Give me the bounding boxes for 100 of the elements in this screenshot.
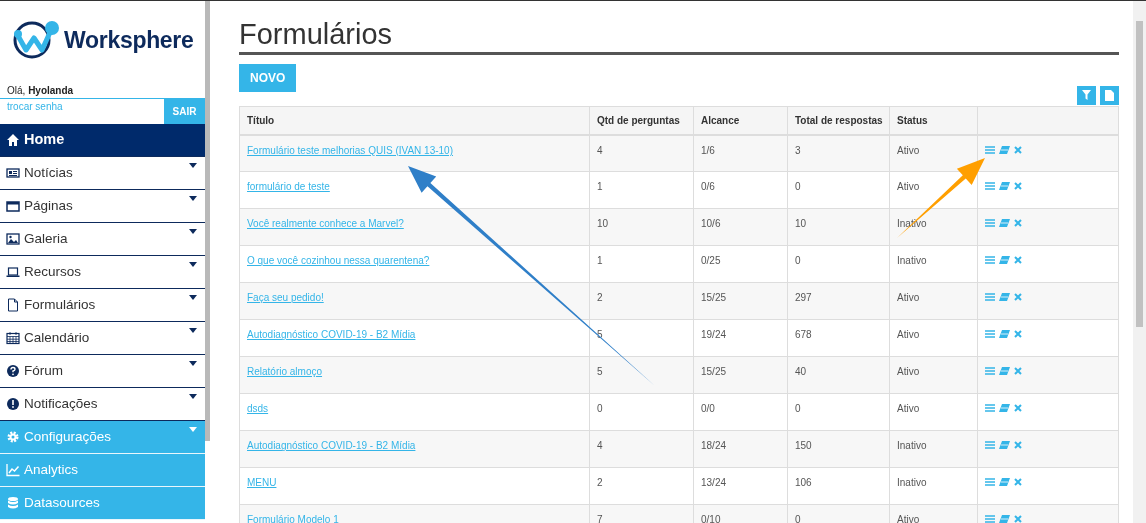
form-title-link[interactable]: O que você cozinhou nessa quarentena? bbox=[247, 255, 430, 267]
delete-icon[interactable] bbox=[1014, 515, 1022, 523]
help-icon bbox=[6, 364, 20, 378]
filter-button[interactable] bbox=[1077, 85, 1096, 105]
form-title-link[interactable]: Faça seu pedido! bbox=[247, 292, 324, 304]
table-cell: 2 bbox=[589, 282, 694, 320]
eraser-icon[interactable] bbox=[999, 256, 1010, 265]
table-cell: 297 bbox=[787, 282, 890, 320]
delete-icon[interactable] bbox=[1014, 367, 1022, 376]
form-title-link[interactable]: Autodiagnóstico COVID-19 - B2 Mídia bbox=[247, 329, 416, 341]
list-icon[interactable] bbox=[985, 367, 995, 376]
table-cell: 19/24 bbox=[693, 319, 788, 357]
form-title-link[interactable]: Formulário teste melhorias QUIS (IVAN 13-10) bbox=[247, 144, 453, 156]
logo-icon bbox=[12, 20, 60, 60]
eraser-icon[interactable] bbox=[999, 145, 1010, 154]
sidebar-item[interactable]: Fórum bbox=[0, 355, 205, 388]
column-header: Status bbox=[889, 106, 978, 135]
table-cell: 1 bbox=[589, 171, 694, 209]
eraser-icon[interactable] bbox=[999, 478, 1010, 487]
brand-name: Worksphere bbox=[64, 25, 194, 55]
line-chart-icon bbox=[6, 463, 20, 477]
delete-icon[interactable] bbox=[1014, 182, 1022, 191]
delete-icon[interactable] bbox=[1014, 219, 1022, 228]
sidebar-item[interactable]: Notícias bbox=[0, 157, 205, 190]
sidebar-item[interactable]: Calendário bbox=[0, 322, 205, 355]
alert-icon bbox=[6, 397, 20, 411]
eraser-icon[interactable] bbox=[999, 293, 1010, 302]
delete-icon[interactable] bbox=[1014, 293, 1022, 302]
export-button[interactable] bbox=[1100, 85, 1119, 105]
table-cell: 0 bbox=[787, 245, 890, 283]
list-icon[interactable] bbox=[985, 256, 995, 265]
table-cell: 4 bbox=[589, 430, 694, 468]
laptop-icon bbox=[6, 265, 20, 279]
list-icon[interactable] bbox=[985, 441, 995, 450]
table-cell: 0/6 bbox=[693, 171, 788, 209]
delete-icon[interactable] bbox=[1014, 330, 1022, 339]
table-cell: 678 bbox=[787, 319, 890, 357]
change-password-link[interactable]: trocar senha bbox=[0, 99, 164, 124]
table-cell: 2 bbox=[589, 467, 694, 505]
form-title-link[interactable]: Você realmente conhece a Marvel? bbox=[247, 218, 404, 230]
table-cell: 0 bbox=[787, 393, 890, 431]
delete-icon[interactable] bbox=[1014, 404, 1022, 413]
table-cell: 4 bbox=[589, 134, 694, 172]
calendar-icon bbox=[6, 331, 20, 345]
table-cell: 1/6 bbox=[693, 134, 788, 172]
greeting-text: Olá, Hyolanda bbox=[6, 84, 75, 98]
column-header: Qtd de perguntas bbox=[589, 106, 694, 135]
table-cell: 0 bbox=[589, 393, 694, 431]
table-cell: 18/24 bbox=[693, 430, 788, 468]
table-cell: Ativo bbox=[889, 393, 978, 431]
form-title-link[interactable]: formulário de teste bbox=[247, 181, 330, 193]
table-cell: Inativo bbox=[889, 245, 978, 283]
gear-icon bbox=[6, 430, 20, 444]
table-cell: 10/6 bbox=[693, 208, 788, 246]
sidebar-item[interactable]: Galeria bbox=[0, 223, 205, 256]
list-icon[interactable] bbox=[985, 515, 995, 523]
list-icon[interactable] bbox=[985, 330, 995, 339]
form-title-link[interactable]: Formulário Modelo 1 bbox=[247, 514, 339, 523]
list-icon[interactable] bbox=[985, 404, 995, 413]
window-icon bbox=[6, 199, 20, 213]
sidebar-item[interactable]: Home bbox=[0, 124, 205, 157]
table-cell: 0/0 bbox=[693, 393, 788, 431]
delete-icon[interactable] bbox=[1014, 478, 1022, 487]
column-header: Título bbox=[239, 106, 590, 135]
form-title-link[interactable]: dsds bbox=[247, 403, 269, 415]
form-title-link[interactable]: Relatório almoço bbox=[247, 366, 323, 378]
form-title-link[interactable]: MENU bbox=[247, 477, 277, 489]
delete-icon[interactable] bbox=[1014, 256, 1022, 265]
sidebar-item[interactable]: Datasources bbox=[0, 487, 205, 520]
logout-button[interactable]: SAIR bbox=[164, 99, 205, 124]
table-cell: Inativo bbox=[889, 430, 978, 468]
scrollbar[interactable] bbox=[1133, 1, 1146, 523]
table-cell: 13/24 bbox=[693, 467, 788, 505]
table-cell: 15/25 bbox=[693, 282, 788, 320]
page-title: Formulários bbox=[239, 19, 1119, 55]
list-icon[interactable] bbox=[985, 182, 995, 191]
eraser-icon[interactable] bbox=[999, 515, 1010, 523]
new-button[interactable]: NOVO bbox=[239, 63, 297, 92]
list-icon[interactable] bbox=[985, 478, 995, 487]
table-cell: 1 bbox=[589, 245, 694, 283]
list-icon[interactable] bbox=[985, 293, 995, 302]
eraser-icon[interactable] bbox=[999, 441, 1010, 450]
eraser-icon[interactable] bbox=[999, 182, 1010, 191]
delete-icon[interactable] bbox=[1014, 145, 1022, 154]
form-title-link[interactable]: Autodiagnóstico COVID-19 - B2 Mídia bbox=[247, 440, 416, 452]
sidebar-item[interactable]: Páginas bbox=[0, 190, 205, 223]
image-icon bbox=[6, 232, 20, 246]
table-cell: 5 bbox=[589, 356, 694, 394]
sidebar-item[interactable]: Analytics bbox=[0, 454, 205, 487]
eraser-icon[interactable] bbox=[999, 219, 1010, 228]
table-cell: Ativo bbox=[889, 319, 978, 357]
table-cell: Ativo bbox=[889, 282, 978, 320]
eraser-icon[interactable] bbox=[999, 330, 1010, 339]
sidebar-item[interactable]: Configurações bbox=[0, 421, 205, 454]
eraser-icon[interactable] bbox=[999, 404, 1010, 413]
list-icon[interactable] bbox=[985, 219, 995, 228]
list-icon[interactable] bbox=[985, 145, 995, 154]
table-cell: 10 bbox=[787, 208, 890, 246]
delete-icon[interactable] bbox=[1014, 441, 1022, 450]
eraser-icon[interactable] bbox=[999, 367, 1010, 376]
